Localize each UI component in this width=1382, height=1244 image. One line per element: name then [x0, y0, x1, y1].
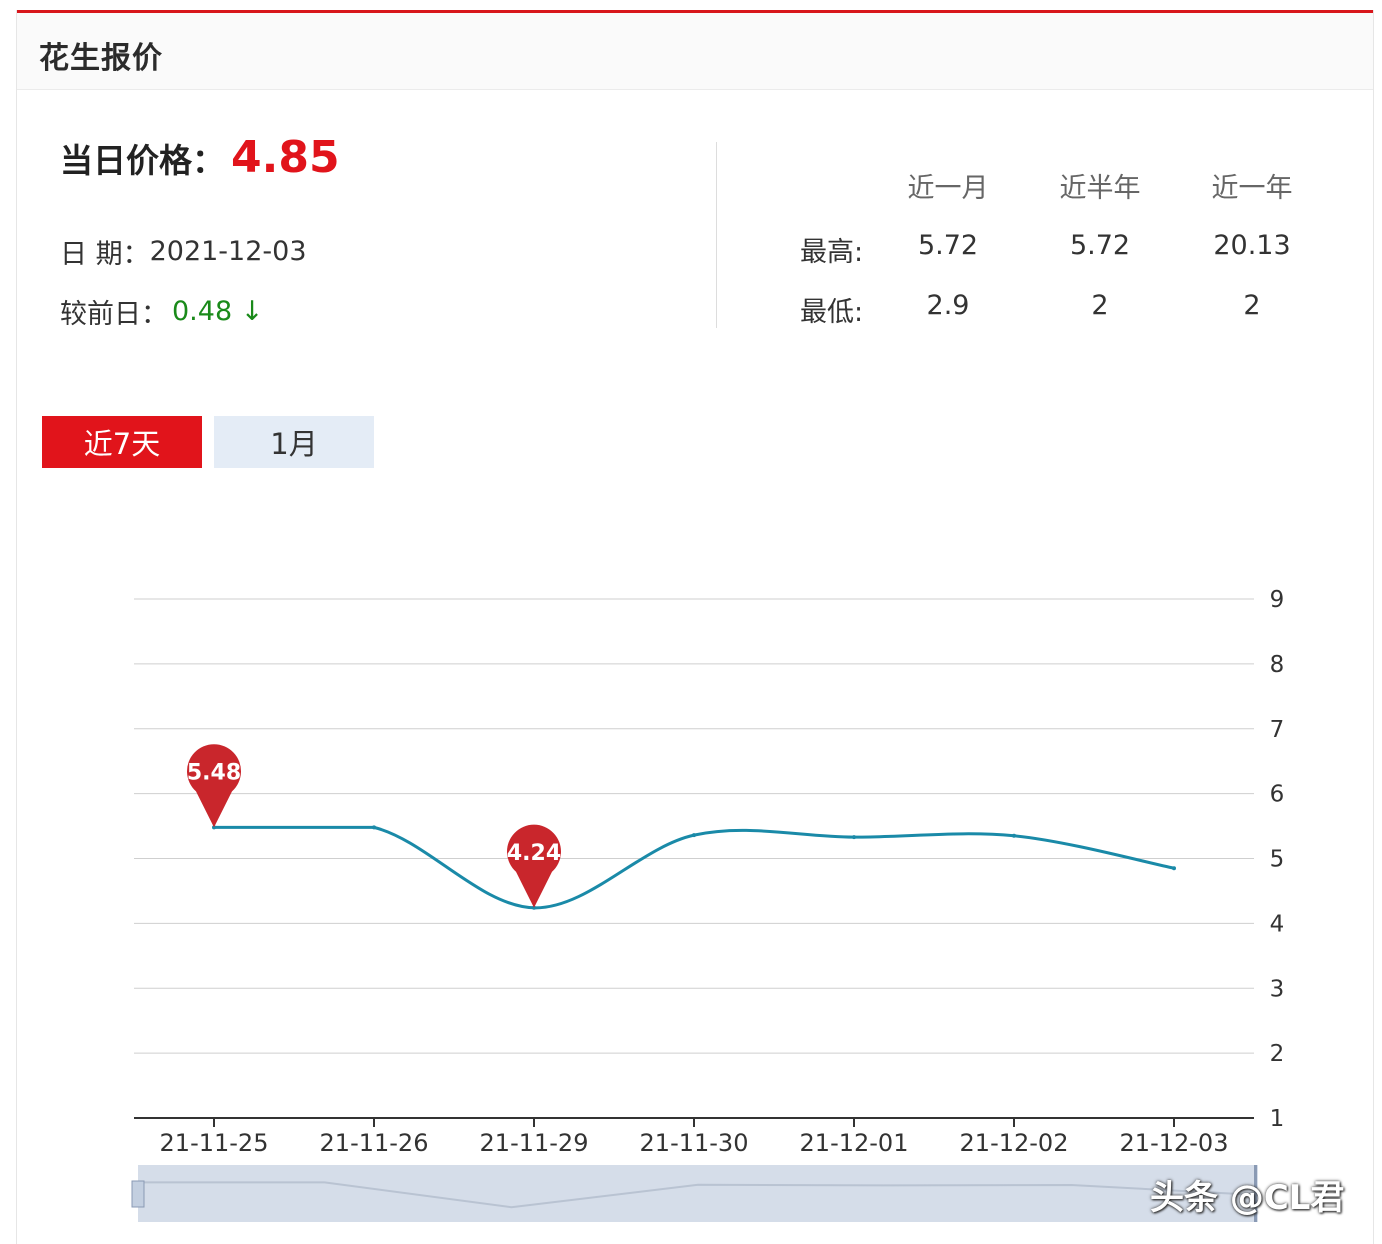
data-point [852, 835, 856, 840]
y-tick-label: 8 [1270, 652, 1285, 678]
y-tick-label: 7 [1270, 717, 1285, 743]
x-tick-label: 21-12-02 [960, 1129, 1069, 1157]
y-tick-label: 9 [1270, 587, 1285, 613]
x-tick-label: 21-12-01 [800, 1129, 909, 1157]
watermark: 头条 @CL君 [1150, 1178, 1345, 1218]
x-tick-label: 21-12-03 [1120, 1129, 1229, 1157]
y-tick-label: 4 [1270, 911, 1285, 937]
series-line [214, 825, 1175, 910]
x-tick-label: 21-11-30 [640, 1129, 749, 1157]
x-tick-label: 21-11-29 [480, 1129, 589, 1157]
annotation-pin [507, 824, 561, 908]
annotation-label: 4.24 [507, 841, 561, 866]
y-tick-label: 6 [1270, 782, 1285, 808]
zoom-slider-track [138, 1165, 1258, 1222]
x-tick-label: 21-11-26 [320, 1129, 429, 1157]
zoom-slider-handle[interactable] [131, 1180, 145, 1208]
price-line-chart: 1 2 3 4 5 6 7 8 9 21-11-25 21-11-26 21-11-29 21-11-3… [131, 587, 1285, 1222]
data-point [692, 833, 696, 838]
x-tick-label: 21-11-25 [160, 1129, 269, 1157]
y-tick-label: 1 [1270, 1106, 1285, 1132]
y-tick-label: 3 [1270, 976, 1285, 1002]
data-point [372, 825, 376, 830]
data-point [1172, 866, 1176, 871]
y-tick-label: 2 [1270, 1041, 1285, 1067]
data-point [1012, 833, 1016, 838]
annotation-label: 5.48 [187, 760, 241, 785]
annotation-pin [186, 744, 241, 828]
y-tick-label: 5 [1270, 847, 1285, 873]
